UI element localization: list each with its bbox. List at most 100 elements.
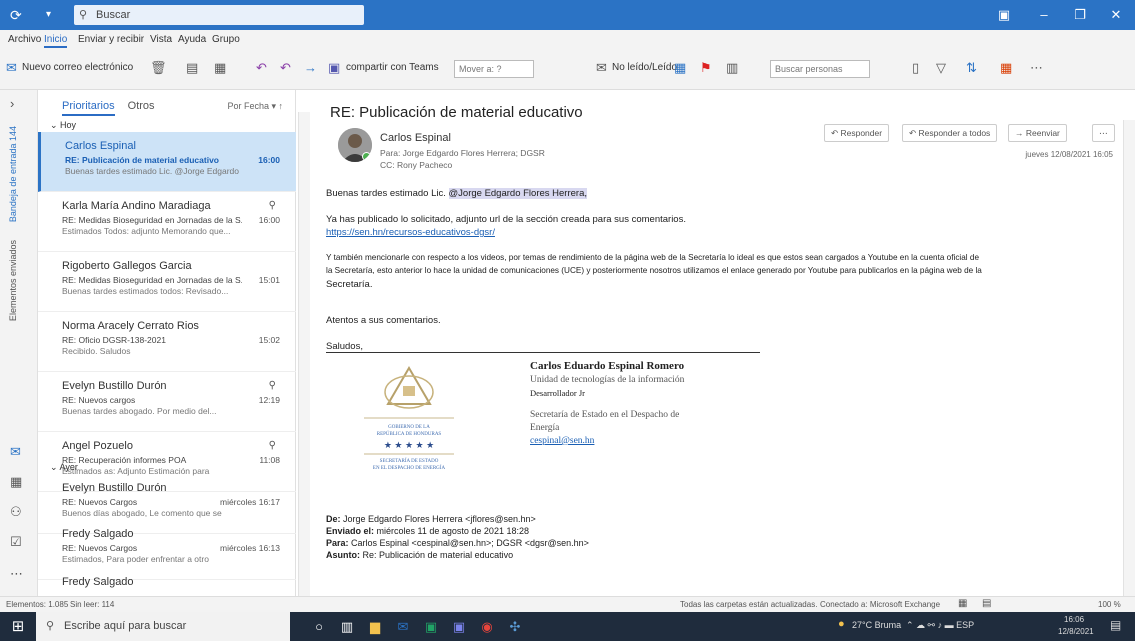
message-subject: RE: Oficio DGSR-138-2021 [62, 335, 166, 345]
list-item[interactable]: Karla María Andino Maradiaga ⚲ RE: Medid… [38, 192, 296, 252]
message-list-scrollbar[interactable] [298, 112, 310, 596]
reply-all-icon[interactable]: ↶ [280, 60, 291, 76]
folder-sent-tab[interactable]: Elementos enviados [8, 240, 18, 321]
delete-icon[interactable]: 🗑 [150, 60, 167, 76]
folder-inbox-tab[interactable]: Bandeja de entrada 144 [8, 126, 18, 222]
apps-icon[interactable]: ▦ [1000, 60, 1012, 76]
expand-folders-icon[interactable]: › [10, 96, 14, 111]
mention[interactable]: @Jorge Edgardo Flores Herrera, [448, 188, 587, 199]
flag-icon[interactable]: ⚑ [700, 60, 712, 76]
avatar[interactable] [338, 128, 372, 162]
taskbar-search[interactable]: ⚲ Escribe aquí para buscar [36, 612, 290, 641]
resource-link[interactable]: https://sen.hn/recursos-educativos-dgsr/ [326, 227, 495, 238]
status-sync: Todas las carpetas están actualizadas. [680, 600, 818, 609]
clock-date: 12/8/2021 [1058, 627, 1094, 636]
message-from: Karla María Andino Maradiaga [62, 200, 211, 212]
chrome-icon[interactable]: ◉ [476, 616, 498, 637]
forward-icon[interactable]: → [304, 60, 317, 75]
weather-text[interactable]: 27°C Bruma [852, 620, 901, 630]
list-item[interactable]: Rigoberto Gallegos Garcia RE: Medidas Bi… [38, 252, 296, 312]
group-header-yesterday[interactable]: ⌄ Ayer [38, 460, 296, 474]
reply-icon[interactable]: ↶ [256, 60, 267, 76]
message-time: miércoles 16:13 [219, 543, 280, 553]
message-preview: Buenos días abogado, Le comento que se [62, 508, 222, 518]
menu-inicio[interactable]: Inicio [44, 34, 68, 48]
more-apps-icon[interactable]: ⋯ [10, 566, 23, 582]
task-view-icon[interactable]: ▥ [336, 616, 358, 637]
cleanup-icon[interactable]: ▦ [214, 60, 226, 76]
file-explorer-icon[interactable]: ▆ [364, 616, 386, 637]
outlook-icon[interactable]: ✉ [392, 616, 414, 637]
reading-pane-scrollbar[interactable] [1123, 120, 1135, 596]
normal-view-icon[interactable]: ▦ [958, 598, 967, 609]
address-book-icon[interactable]: ▯ [912, 60, 919, 76]
forward-button[interactable]: → Reenviar [1008, 124, 1067, 142]
reply-all-label: Responder a todos [918, 128, 991, 138]
tab-other[interactable]: Otros [128, 100, 155, 112]
list-item[interactable]: Norma Aracely Cerrato Rios RE: Oficio DG… [38, 312, 296, 372]
menu-enviar-recibir[interactable]: Enviar y recibir [78, 34, 144, 45]
teams-icon: ▣ [328, 60, 341, 75]
maximize-button[interactable]: ❐ [1062, 0, 1098, 30]
status-bar: Elementos: 1.085 Sin leer: 114 Todas las… [0, 596, 1135, 612]
email-date: jueves 12/08/2021 16:05 [1025, 150, 1113, 159]
message-preview: Estimados Todos: adjunto Memorando que..… [62, 226, 231, 236]
list-item[interactable]: Fredy Salgado [38, 568, 296, 596]
list-item[interactable]: Carlos Espinal RE: Publicación de materi… [38, 132, 296, 192]
menu-archivo[interactable]: Archivo [8, 34, 41, 45]
reply-all-button[interactable]: ↶ Responder a todos [902, 124, 998, 142]
signature-email[interactable]: cespinal@sen.hn [530, 436, 594, 446]
close-button[interactable]: ✕ [1098, 0, 1134, 30]
sync-icon[interactable]: ⟳ [10, 6, 22, 24]
search-people-input[interactable]: Buscar personas [770, 60, 870, 78]
tasks-icon[interactable]: ☑ [10, 534, 22, 550]
teams-icon[interactable]: ▣ [448, 616, 470, 637]
paragraph-2b: la Secretaría, esto anterior lo hace la … [326, 266, 982, 275]
sender-name[interactable]: Carlos Espinal [380, 132, 451, 144]
tab-focused[interactable]: Prioritarios [62, 100, 115, 116]
reply-button[interactable]: ↶ Responder [824, 124, 890, 142]
zoom-level[interactable]: 100 % [1098, 600, 1121, 609]
search-box[interactable]: ⚲ Buscar [74, 5, 364, 25]
unread-read-button[interactable]: No leído/Leído [612, 62, 677, 73]
calendar-icon[interactable]: ▦ [10, 474, 22, 490]
menu-ayuda[interactable]: Ayuda [178, 34, 206, 45]
message-subject: RE: Publicación de material educativo [65, 155, 219, 165]
share-teams-button[interactable]: compartir con Teams [346, 62, 439, 73]
move-to-dropdown[interactable]: Mover a: ? [454, 60, 534, 78]
group-header-today[interactable]: ⌄ Hoy [38, 118, 296, 132]
message-time: 15:01 [258, 275, 280, 285]
ribbon-display-icon[interactable]: ▣ [986, 0, 1022, 30]
taskbar: ⊞ ⚲ Escribe aquí para buscar ○ ▥ ▆ ✉ ▣ ▣… [0, 612, 1135, 641]
filter-email-icon[interactable]: ▽ [936, 60, 946, 76]
network-app-icon[interactable]: ✣ [504, 616, 526, 637]
read-aloud-icon[interactable]: ⇅ [966, 60, 977, 76]
message-subject: RE: Nuevos Cargos [62, 497, 138, 507]
title-bar: ⟳ ▾ ⚲ Buscar ▣ – ❐ ✕ [0, 0, 1135, 30]
sort-dropdown[interactable]: Por Fecha ▾ ↑ [227, 101, 283, 112]
menu-grupo[interactable]: Grupo [212, 34, 240, 45]
rules-icon[interactable]: ▥ [726, 60, 738, 76]
seal-stars: ★ ★ ★ ★ ★ [384, 440, 434, 450]
categorize-icon[interactable]: ▦ [674, 60, 686, 76]
list-item[interactable]: Evelyn Bustillo Durón ⚲ RE: Nuevos cargo… [38, 372, 296, 432]
archive-icon[interactable]: ▤ [186, 60, 198, 76]
more-options-icon[interactable]: ⋯ [1030, 60, 1043, 76]
people-icon[interactable]: ⚇ [10, 504, 22, 520]
reading-view-icon[interactable]: ▤ [982, 598, 991, 609]
new-email-button[interactable]: Nuevo correo electrónico [22, 62, 133, 73]
tray-icons[interactable]: ⌃ ☁ ⚯ ♪ ▬ ESP [906, 620, 974, 631]
message-from: Norma Aracely Cerrato Rios [62, 320, 199, 332]
menu-vista[interactable]: Vista [150, 34, 172, 45]
folder-rail: › Bandeja de entrada 144 Elementos envia… [0, 90, 38, 596]
cortana-icon[interactable]: ○ [308, 616, 330, 637]
paragraph-2c: Secretaría. [326, 279, 373, 290]
excel-icon[interactable]: ▣ [420, 616, 442, 637]
notifications-icon[interactable]: ▤ [1110, 618, 1121, 632]
quick-access-dropdown-icon[interactable]: ▾ [46, 6, 51, 24]
more-actions-button[interactable]: ⋯ [1092, 124, 1115, 142]
minimize-button[interactable]: – [1026, 0, 1062, 30]
mail-icon[interactable]: ✉ [10, 444, 21, 460]
message-from: Fredy Salgado [62, 576, 134, 588]
windows-start-icon[interactable]: ⊞ [0, 612, 36, 641]
